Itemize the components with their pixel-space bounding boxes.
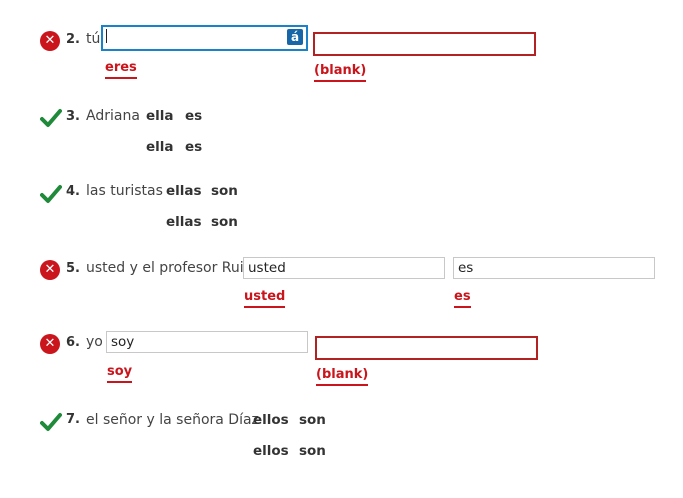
answer-verb: son	[211, 183, 238, 199]
item-subject: tú	[86, 31, 101, 47]
answer-pronoun: ellos	[253, 412, 289, 428]
x-circle-icon: ✕	[40, 334, 60, 354]
correct-answer-verb: es	[185, 139, 203, 155]
pronoun-input[interactable]: soy	[106, 331, 308, 353]
verb-input[interactable]: es	[453, 257, 655, 279]
item-number: 5.	[66, 261, 80, 276]
correct-answer-verb: es	[454, 289, 471, 308]
correct-answer-pronoun: ellas	[166, 214, 202, 230]
correct-answer-verb: son	[299, 443, 326, 459]
item-subject: Adriana	[86, 108, 140, 124]
answer-pronoun: ella	[146, 108, 174, 124]
x-circle-icon: ✕	[40, 31, 60, 51]
verb-input[interactable]	[313, 32, 536, 56]
item-number: 6.	[66, 335, 80, 350]
checkmark-icon	[40, 184, 62, 204]
checkmark-icon	[40, 108, 62, 128]
correct-answer-pronoun: eres	[105, 60, 137, 79]
correct-answer-verb: son	[211, 214, 238, 230]
answer-pronoun: ellas	[166, 183, 202, 199]
verb-input[interactable]	[315, 336, 538, 360]
item-number: 4.	[66, 184, 80, 199]
correct-answer-verb: (blank)	[316, 367, 369, 386]
answer-verb: es	[185, 108, 203, 124]
item-subject: el señor y la señora Díaz	[86, 412, 259, 428]
correct-answer-pronoun: ellos	[253, 443, 289, 459]
correct-answer-pronoun: ella	[146, 139, 174, 155]
accent-a-button[interactable]: á	[287, 29, 303, 45]
item-subject: yo	[86, 334, 103, 350]
item-subject: usted y el profesor Ruiz	[86, 260, 252, 276]
text-cursor	[106, 29, 107, 43]
checkmark-icon	[40, 412, 62, 432]
item-number: 7.	[66, 412, 80, 427]
item-number: 3.	[66, 109, 80, 124]
item-subject: las turistas	[86, 183, 163, 199]
item-number: 2.	[66, 32, 80, 47]
x-circle-icon: ✕	[40, 260, 60, 280]
correct-answer-pronoun: soy	[107, 364, 133, 383]
pronoun-input[interactable]: á	[101, 25, 308, 51]
pronoun-input[interactable]: usted	[243, 257, 445, 279]
answer-verb: son	[299, 412, 326, 428]
correct-answer-verb: (blank)	[314, 63, 367, 82]
correct-answer-pronoun: usted	[244, 289, 286, 308]
